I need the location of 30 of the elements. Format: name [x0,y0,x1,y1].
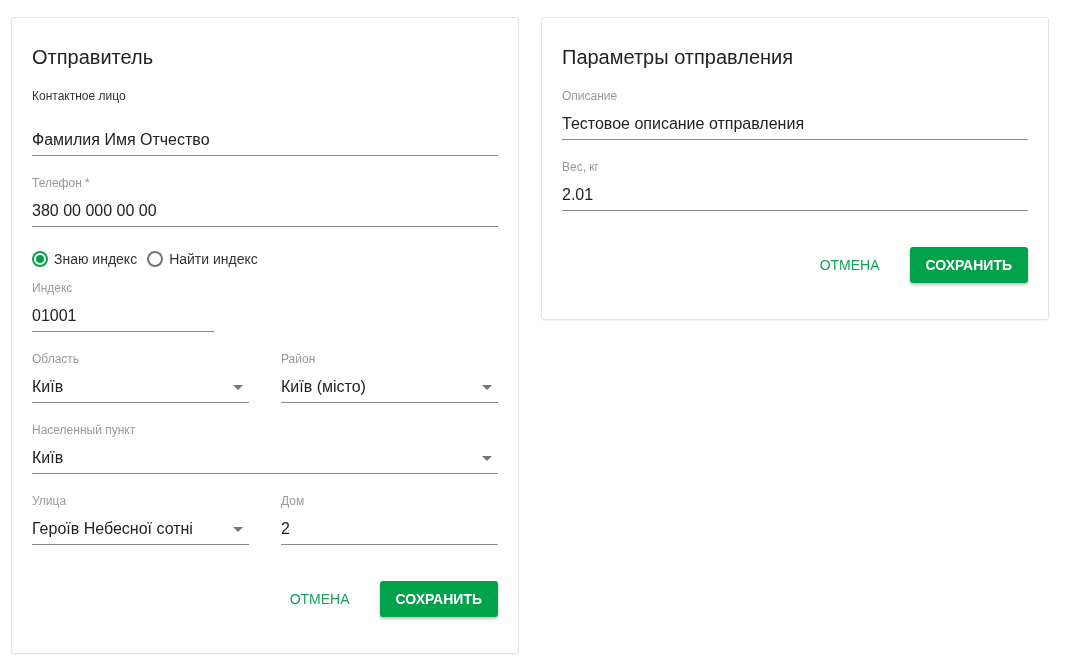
input-field[interactable]: 2.01 [562,180,1028,211]
field-label: Область [32,352,81,366]
field-label: Телефон * [32,176,91,190]
input-field[interactable]: Тестовое описание отправления [562,109,1028,140]
radio-option[interactable]: Найти индекс [147,251,258,267]
input-field[interactable]: 01001 [32,301,214,332]
select-field[interactable]: Київ (місто) [281,372,498,403]
input-field[interactable]: 380 00 000 00 00 [32,196,498,227]
caret-icon [233,526,243,532]
radio-icon[interactable] [32,251,48,267]
field-label: Контактное лицо [32,89,127,103]
field-label: Описание [562,89,619,103]
input-field[interactable]: Фамилия Имя Отчество [32,125,498,156]
field-label: Индекс [32,281,74,295]
input-field[interactable]: 2 [281,514,498,545]
select-field[interactable]: Героїв Небесної сотні [32,514,249,545]
caret-icon [482,384,492,390]
radio-icon[interactable] [147,251,164,267]
select-field[interactable]: Київ [32,443,498,474]
field-label: Район [281,352,317,366]
caret-icon [482,455,492,461]
field-label: Вес, кг [562,160,600,174]
card-title: Параметры отправления [562,46,795,69]
caret-icon [233,384,243,390]
field-label: Населенный пункт [32,423,137,437]
select-field[interactable]: Київ [32,372,249,403]
field-label: Дом [281,494,306,508]
card-title: Отправитель [32,46,155,69]
radio-option[interactable]: Знаю индекс [32,251,138,267]
field-label: Улица [32,494,68,508]
